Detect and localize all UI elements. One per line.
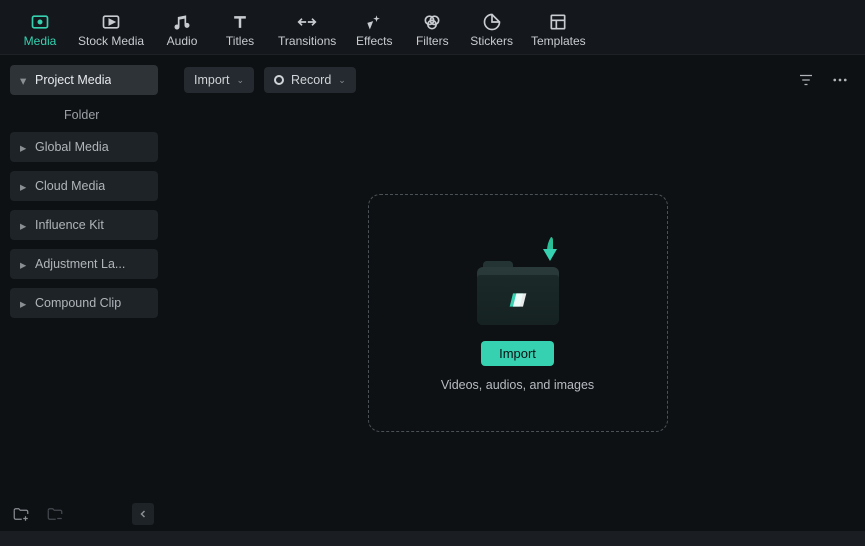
- media-icon: [29, 12, 51, 32]
- filters-icon: [421, 12, 443, 32]
- tab-label: Effects: [356, 34, 392, 48]
- sidebar-item-label: Compound Clip: [35, 296, 121, 310]
- more-options-button[interactable]: [829, 69, 851, 91]
- tab-media[interactable]: Media: [20, 12, 60, 48]
- sidebar-item-label: Influence Kit: [35, 218, 104, 232]
- content-toolbar: Import ⌄ Record ⌄: [170, 55, 865, 95]
- sidebar-item-global-media[interactable]: ▸ Global Media: [10, 132, 158, 162]
- tab-stock-media[interactable]: Stock Media: [78, 12, 144, 48]
- tab-label: Templates: [531, 34, 586, 48]
- caret-right-icon: ▸: [20, 179, 28, 194]
- import-button[interactable]: Import: [481, 341, 554, 366]
- import-dropdown-label: Import: [194, 73, 229, 87]
- stickers-icon: [481, 12, 503, 32]
- tab-label: Filters: [416, 34, 449, 48]
- import-button-label: Import: [499, 346, 536, 361]
- content-panel: Import ⌄ Record ⌄: [164, 55, 865, 531]
- caret-down-icon: ▾: [20, 73, 28, 88]
- tab-stickers[interactable]: Stickers: [470, 12, 513, 48]
- caret-right-icon: ▸: [20, 218, 28, 233]
- caret-right-icon: ▸: [20, 257, 28, 272]
- filter-view-button[interactable]: [795, 69, 817, 91]
- sidebar-bottom-bar: [0, 497, 164, 531]
- tab-effects[interactable]: Effects: [354, 12, 394, 48]
- tab-label: Stock Media: [78, 34, 144, 48]
- sidebar-item-label: Project Media: [35, 73, 111, 87]
- effects-icon: [363, 12, 385, 32]
- titles-icon: [229, 12, 251, 32]
- record-dropdown-button[interactable]: Record ⌄: [264, 67, 356, 93]
- audio-icon: [171, 12, 193, 32]
- caret-right-icon: ▸: [20, 140, 28, 155]
- templates-icon: [547, 12, 569, 32]
- folder-import-icon: [473, 245, 563, 325]
- tab-transitions[interactable]: Transitions: [278, 12, 336, 48]
- sidebar-item-folder[interactable]: Folder: [10, 100, 158, 130]
- delete-folder-button[interactable]: [44, 503, 66, 525]
- chevron-down-icon: ⌄: [338, 75, 346, 86]
- sidebar-item-label: Adjustment La...: [35, 257, 125, 271]
- record-dropdown-label: Record: [291, 73, 331, 87]
- sidebar-item-adjustment-layer[interactable]: ▸ Adjustment La...: [10, 249, 158, 279]
- tab-label: Audio: [167, 34, 198, 48]
- tab-label: Titles: [226, 34, 254, 48]
- sidebar-item-influence-kit[interactable]: ▸ Influence Kit: [10, 210, 158, 240]
- stock-media-icon: [100, 12, 122, 32]
- tab-filters[interactable]: Filters: [412, 12, 452, 48]
- sidebar: ▾ Project Media Folder ▸ Global Media ▸ …: [0, 55, 164, 531]
- transitions-icon: [296, 12, 318, 32]
- sidebar-item-project-media[interactable]: ▾ Project Media: [10, 65, 158, 95]
- bottom-strip: [0, 531, 865, 546]
- tab-label: Media: [24, 34, 57, 48]
- tab-titles[interactable]: Titles: [220, 12, 260, 48]
- drop-hint-text: Videos, audios, and images: [441, 378, 594, 392]
- sidebar-item-cloud-media[interactable]: ▸ Cloud Media: [10, 171, 158, 201]
- sidebar-item-label: Global Media: [35, 140, 109, 154]
- drop-area: Import Videos, audios, and images: [170, 95, 865, 531]
- new-folder-button[interactable]: [10, 503, 32, 525]
- tab-label: Stickers: [470, 34, 513, 48]
- chevron-down-icon: ⌄: [236, 75, 244, 86]
- import-dropdown-button[interactable]: Import ⌄: [184, 67, 254, 93]
- caret-right-icon: ▸: [20, 296, 28, 311]
- tab-audio[interactable]: Audio: [162, 12, 202, 48]
- arrow-down-icon: [533, 235, 557, 265]
- sidebar-item-label: Folder: [64, 108, 99, 122]
- tab-label: Transitions: [278, 34, 336, 48]
- top-toolbar: Media Stock Media Audio Titles Transitio…: [0, 0, 865, 55]
- tab-templates[interactable]: Templates: [531, 12, 586, 48]
- collapse-sidebar-button[interactable]: [132, 503, 154, 525]
- main-area: ▾ Project Media Folder ▸ Global Media ▸ …: [0, 55, 865, 531]
- import-drop-zone[interactable]: Import Videos, audios, and images: [368, 194, 668, 432]
- record-icon: [274, 75, 284, 85]
- sidebar-item-label: Cloud Media: [35, 179, 105, 193]
- sidebar-item-compound-clip[interactable]: ▸ Compound Clip: [10, 288, 158, 318]
